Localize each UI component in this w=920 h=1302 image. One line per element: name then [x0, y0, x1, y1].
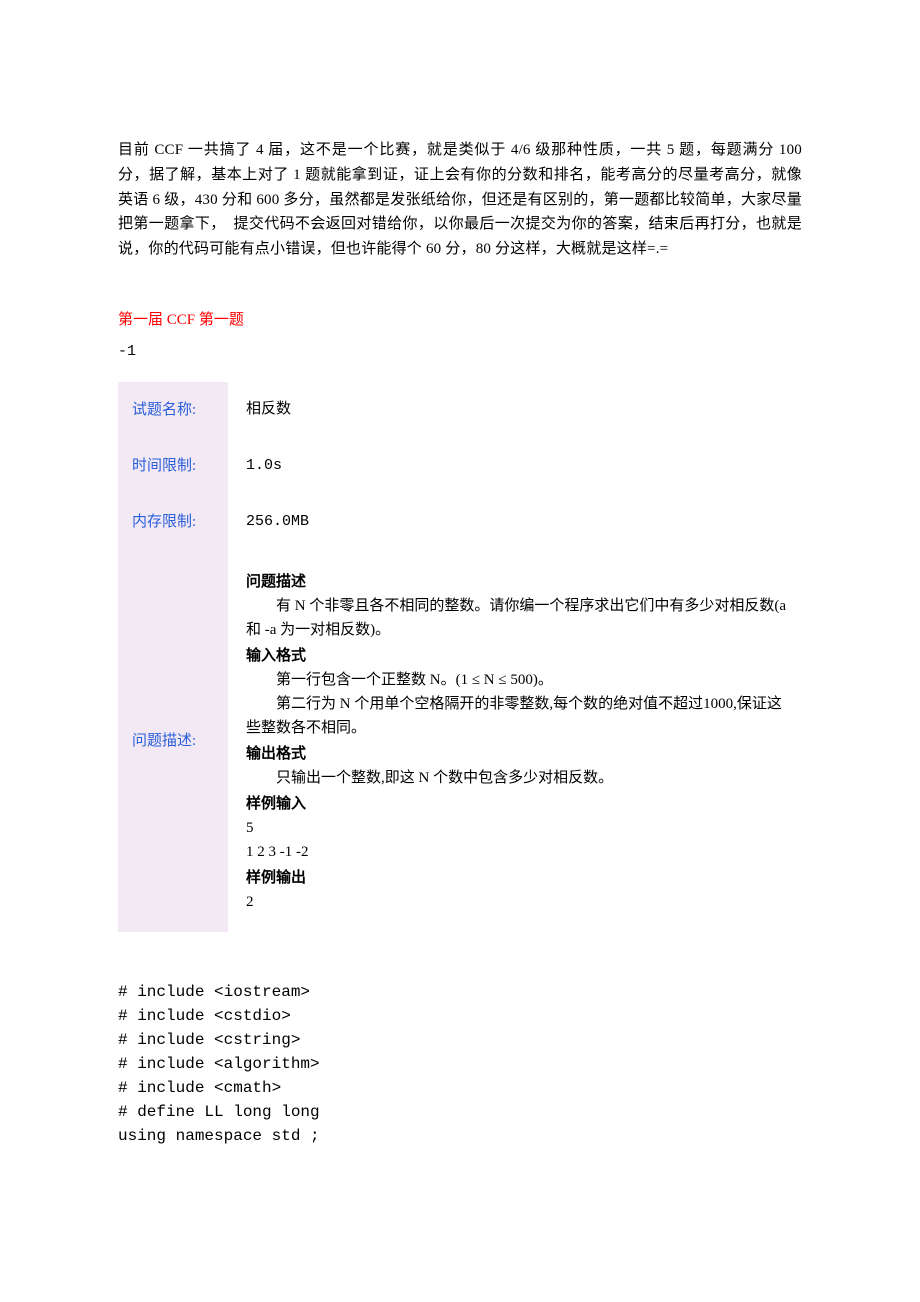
problem-desc-heading: 问题描述: [246, 570, 792, 594]
input-format-heading: 输入格式: [246, 644, 792, 668]
value-time: 1.0s: [228, 438, 802, 494]
row-memory: 内存限制: 256.0MB: [118, 494, 802, 550]
section-title: 第一届 CCF 第一题: [118, 308, 802, 332]
description-block: 问题描述 有 N 个非零且各不相同的整数。请你编一个程序求出它们中有多少对相反数…: [228, 550, 802, 932]
value-description-cell: 问题描述 有 N 个非零且各不相同的整数。请你编一个程序求出它们中有多少对相反数…: [228, 550, 802, 932]
sample-output-heading: 样例输出: [246, 866, 792, 890]
sample-input-line1: 5: [246, 816, 792, 840]
label-description: 问题描述:: [118, 550, 228, 932]
input-format-line2: 第二行为 N 个用单个空格隔开的非零整数,每个数的绝对值不超过1000,保证这些…: [246, 692, 792, 740]
label-name: 试题名称:: [118, 382, 228, 438]
value-memory: 256.0MB: [228, 494, 802, 550]
document-page: 目前 CCF 一共搞了 4 届，这不是一个比赛，就是类似于 4/6 级那种性质，…: [0, 0, 920, 1302]
row-description: 问题描述: 问题描述 有 N 个非零且各不相同的整数。请你编一个程序求出它们中有…: [118, 550, 802, 932]
code-block: # include <iostream> # include <cstdio> …: [118, 980, 802, 1148]
row-name: 试题名称: 相反数: [118, 382, 802, 438]
problem-desc-text: 有 N 个非零且各不相同的整数。请你编一个程序求出它们中有多少对相反数(a 和 …: [246, 594, 792, 642]
problem-info-table: 试题名称: 相反数 时间限制: 1.0s 内存限制: 256.0MB 问题描述:…: [118, 382, 802, 932]
sample-input-line2: 1 2 3 -1 -2: [246, 840, 792, 864]
output-format-text: 只输出一个整数,即这 N 个数中包含多少对相反数。: [246, 766, 792, 790]
sample-input-heading: 样例输入: [246, 792, 792, 816]
leading-line: -1: [118, 340, 802, 364]
input-format-line1: 第一行包含一个正整数 N。(1 ≤ N ≤ 500)。: [246, 668, 792, 692]
value-name: 相反数: [228, 382, 802, 438]
label-memory: 内存限制:: [118, 494, 228, 550]
sample-output-line: 2: [246, 890, 792, 914]
output-format-heading: 输出格式: [246, 742, 792, 766]
row-time: 时间限制: 1.0s: [118, 438, 802, 494]
intro-paragraph: 目前 CCF 一共搞了 4 届，这不是一个比赛，就是类似于 4/6 级那种性质，…: [118, 138, 802, 262]
label-time: 时间限制:: [118, 438, 228, 494]
